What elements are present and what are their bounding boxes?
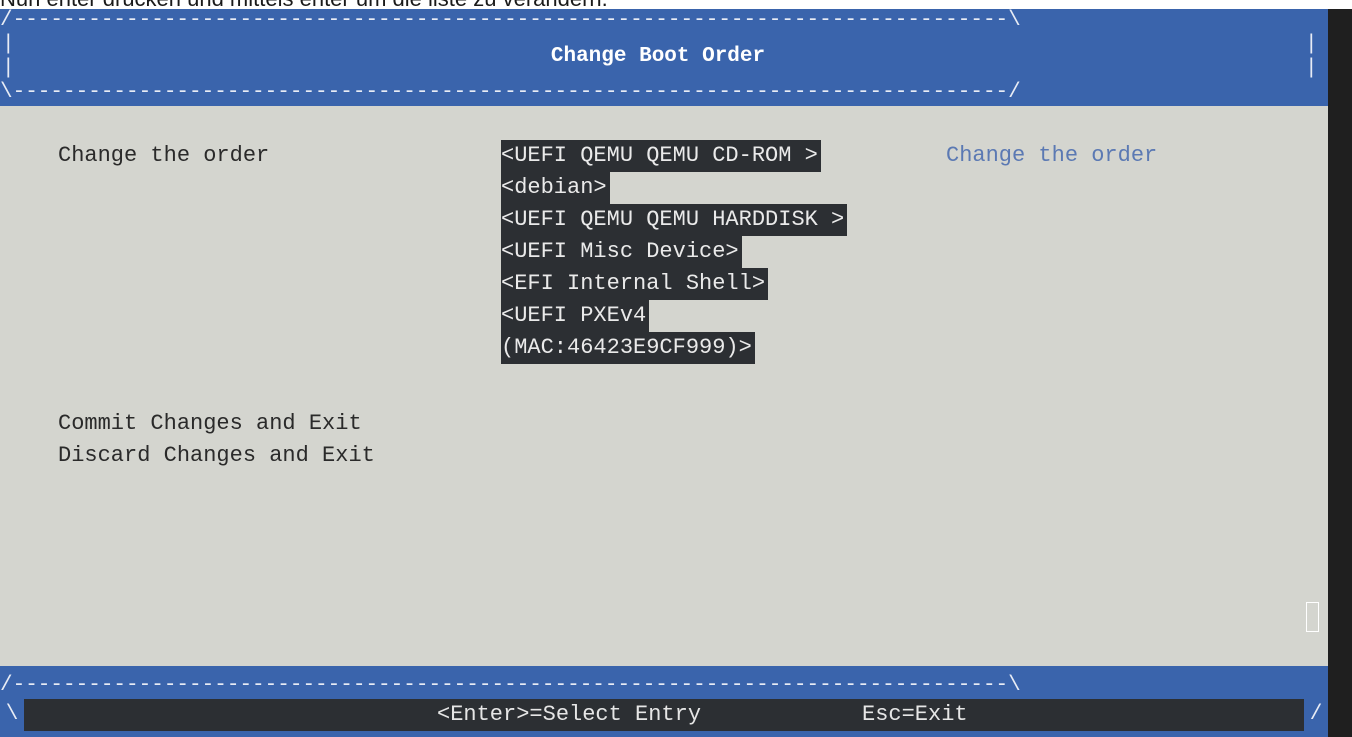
- boot-entry-label: (MAC:46423E9CF999)>: [501, 332, 755, 364]
- esc-hint: Esc=Exit: [862, 702, 968, 727]
- boot-entry-cdrom[interactable]: <UEFI QEMU QEMU CD-ROM >: [501, 140, 847, 172]
- boot-entry-pxe[interactable]: <UEFI PXEv4: [501, 300, 847, 332]
- help-text: Change the order: [946, 143, 1158, 168]
- boot-entry-pxe-mac[interactable]: (MAC:46423E9CF999)>: [501, 332, 847, 364]
- boot-order-list[interactable]: <UEFI QEMU QEMU CD-ROM > <debian> <UEFI …: [501, 140, 848, 364]
- status-bar: <Enter>=Select Entry Esc=Exit: [24, 699, 1304, 731]
- footer-top-border: /---------------------------------------…: [0, 674, 1021, 697]
- text-cursor: [1306, 602, 1319, 632]
- footer-left-border: \: [5, 703, 19, 726]
- bios-screen: /---------------------------------------…: [0, 9, 1328, 737]
- boot-entry-label: <EFI Internal Shell>: [501, 268, 769, 300]
- footer-frame: /---------------------------------------…: [0, 666, 1328, 737]
- header-bottom-border: \---------------------------------------…: [0, 81, 1021, 104]
- discard-changes-option[interactable]: Discard Changes and Exit: [58, 440, 375, 472]
- boot-entry-label: <UEFI PXEv4: [501, 300, 650, 332]
- boot-entry-harddisk[interactable]: <UEFI QEMU QEMU HARDDISK >: [501, 204, 848, 236]
- form-content: Change the order <UEFI QEMU QEMU CD-ROM …: [0, 106, 1328, 666]
- enter-hint: <Enter>=Select Entry: [437, 702, 702, 727]
- header-frame: /---------------------------------------…: [0, 9, 1328, 106]
- window-edge: [1328, 9, 1352, 737]
- commit-changes-option[interactable]: Commit Changes and Exit: [58, 408, 362, 440]
- boot-entry-debian[interactable]: <debian>: [501, 172, 847, 204]
- boot-entry-label: <UEFI QEMU QEMU CD-ROM >: [501, 140, 821, 172]
- boot-entry-label: <UEFI Misc Device>: [501, 236, 742, 268]
- change-order-label[interactable]: Change the order: [58, 140, 269, 172]
- boot-entry-misc-device[interactable]: <UEFI Misc Device>: [501, 236, 847, 268]
- boot-entry-label: <debian>: [501, 172, 610, 204]
- boot-entry-efi-shell[interactable]: <EFI Internal Shell>: [501, 268, 847, 300]
- footer-right-border: /: [1309, 703, 1323, 726]
- boot-entry-label: <UEFI QEMU QEMU HARDDISK >: [501, 204, 848, 236]
- header-top-border: /---------------------------------------…: [0, 9, 1021, 32]
- page-title: Change Boot Order: [550, 45, 766, 68]
